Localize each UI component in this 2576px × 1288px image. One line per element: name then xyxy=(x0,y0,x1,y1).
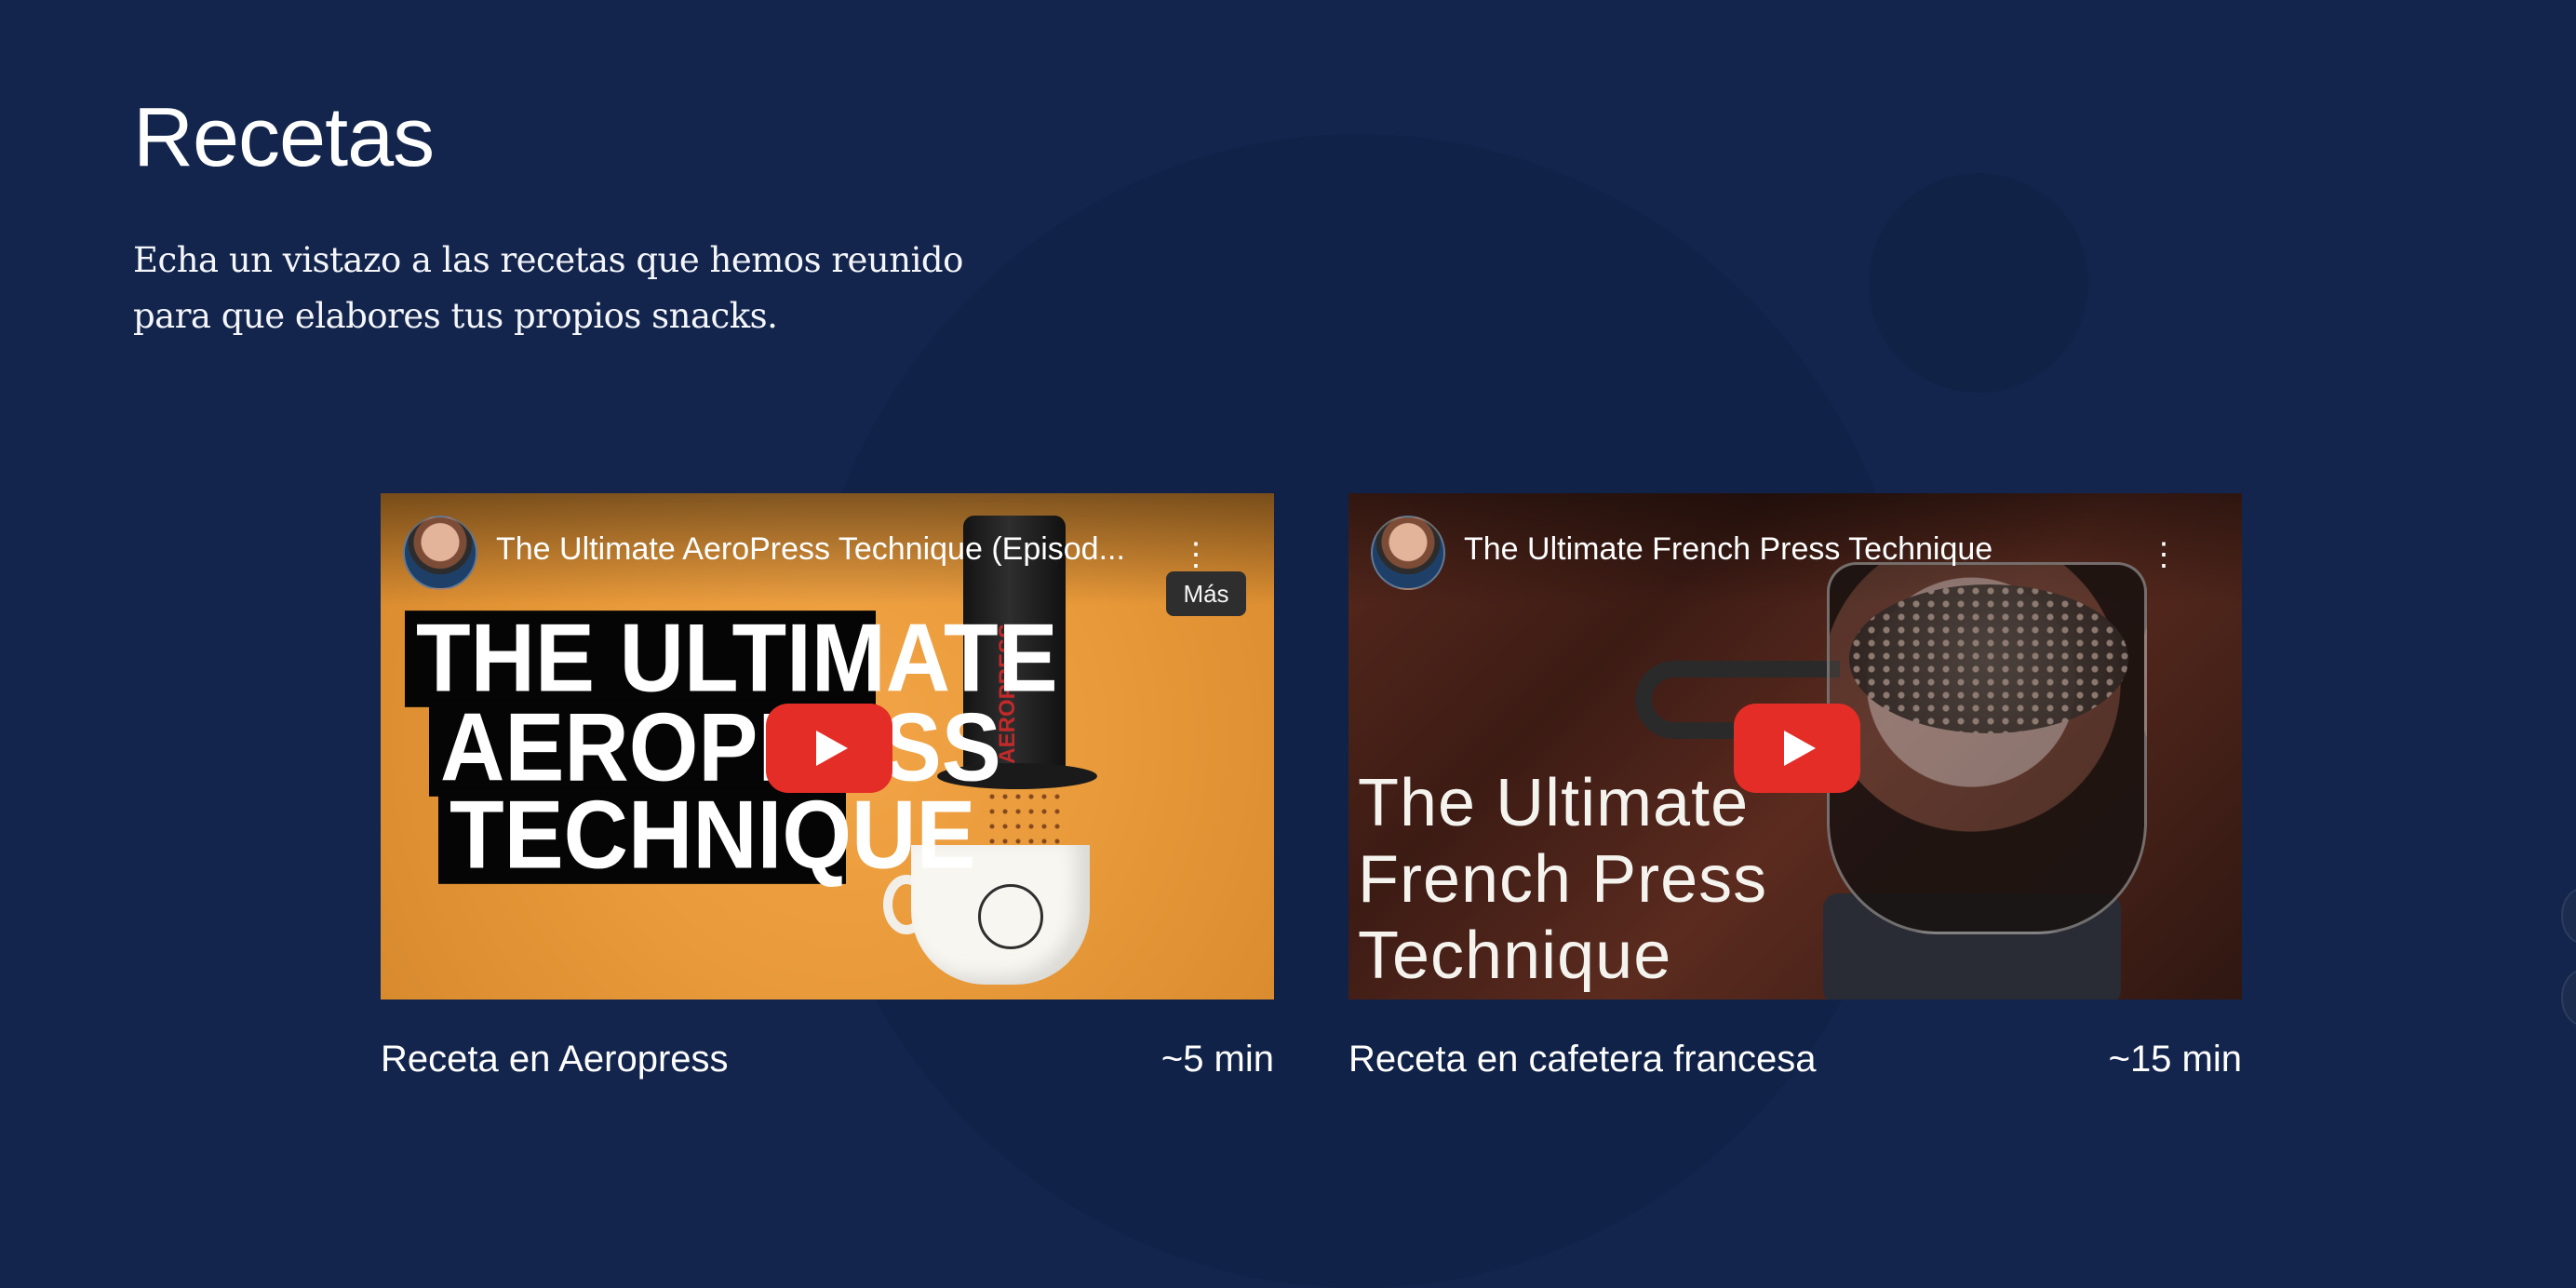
cup-logo xyxy=(978,884,1043,949)
recipe-name: Receta en Aeropress xyxy=(381,1039,729,1080)
recipe-meta: Receta en Aeropress ~5 min xyxy=(381,1035,1274,1100)
recipe-duration: ~5 min xyxy=(1161,1039,1274,1080)
play-button[interactable] xyxy=(1734,704,1860,793)
recipe-meta: Receta en cafetera francesa ~15 min xyxy=(1348,1035,2242,1100)
youtube-embed-french-press[interactable]: The Ultimate French Press Technique The … xyxy=(1348,493,2242,1000)
page-title: Recetas xyxy=(133,91,435,184)
play-icon xyxy=(1784,731,1816,766)
recipe-duration: ~15 min xyxy=(2108,1039,2242,1080)
more-vertical-icon[interactable]: ⋮ xyxy=(2148,536,2180,573)
recipe-card-aeropress: AEROPRESS THE ULTIMATE AEROPRESS TECHNIQ… xyxy=(381,493,1274,1100)
page-intro: Echa un vistazo a las recetas que hemos … xyxy=(133,240,963,336)
play-button[interactable] xyxy=(766,704,892,793)
video-title[interactable]: The Ultimate AeroPress Technique (Episod… xyxy=(496,527,1166,571)
carousel-dot-1[interactable] xyxy=(2561,888,2576,944)
coffee-surface xyxy=(1849,584,2128,733)
play-icon xyxy=(816,731,848,766)
recipe-name: Receta en cafetera francesa xyxy=(1348,1039,1817,1080)
more-vertical-icon[interactable]: ⋮ xyxy=(1180,536,1212,573)
carousel-dot-2[interactable] xyxy=(2561,970,2576,1026)
background-circle-small xyxy=(1869,173,2088,393)
youtube-embed-aeropress[interactable]: AEROPRESS THE ULTIMATE AEROPRESS TECHNIQ… xyxy=(381,493,1274,1000)
video-title[interactable]: The Ultimate French Press Technique xyxy=(1464,527,2134,571)
more-tooltip: Más xyxy=(1166,571,1246,616)
thumbnail-line-3: TECHNIQUE xyxy=(438,787,975,884)
recipe-card-french-press: The Ultimate French Press Technique The … xyxy=(1348,493,2242,1100)
channel-avatar[interactable] xyxy=(403,516,477,590)
thumbnail-line-1: THE ULTIMATE xyxy=(405,610,1058,707)
channel-avatar[interactable] xyxy=(1371,516,1445,590)
thumbnail-title: The Ultimate French Press Technique xyxy=(1358,766,1768,993)
